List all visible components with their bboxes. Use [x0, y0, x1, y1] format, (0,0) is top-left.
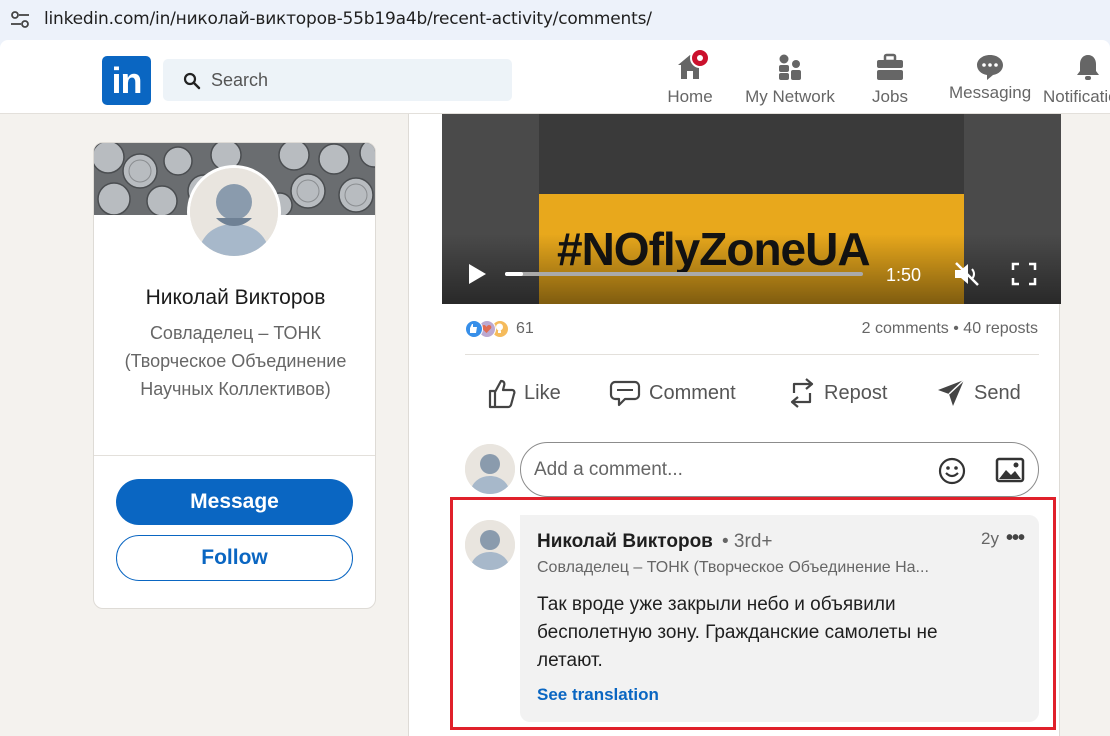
comment-icon [609, 380, 641, 407]
play-icon[interactable] [466, 263, 488, 285]
fullscreen-icon[interactable] [1011, 262, 1037, 286]
comment-label: Comment [649, 381, 736, 404]
nav-jobs[interactable]: Jobs [872, 52, 908, 112]
nav-home[interactable]: Home [666, 48, 714, 112]
video-progress-fill [505, 272, 523, 276]
follow-button[interactable]: Follow [116, 535, 353, 581]
send-label: Send [974, 381, 1021, 404]
linkedin-logo[interactable]: in [102, 56, 151, 105]
mute-icon[interactable] [953, 261, 981, 287]
like-label: Like [524, 381, 561, 404]
reactions-summary[interactable]: 61 [465, 319, 534, 339]
nav-messaging-label: Messaging [949, 83, 1032, 102]
nav-home-label: Home [667, 87, 713, 106]
video-progress-bar[interactable] [505, 272, 863, 276]
profile-avatar[interactable] [187, 165, 281, 259]
nav-notifications-label: Notifications [1043, 87, 1110, 106]
notification-badge [690, 48, 710, 68]
browser-content-edge [0, 40, 1110, 48]
home-icon [675, 48, 710, 82]
current-user-avatar[interactable] [465, 444, 515, 494]
profile-card: Николай Викторов Совладелец – ТОНК (Твор… [93, 142, 376, 609]
briefcase-icon [875, 52, 905, 82]
divider [94, 455, 375, 456]
repost-icon [790, 378, 814, 408]
nav-my-network[interactable]: My Network [744, 52, 836, 112]
bell-icon [1073, 52, 1103, 82]
people-icon [775, 52, 805, 82]
repost-button[interactable]: Repost [788, 376, 887, 410]
chat-icon [975, 52, 1005, 82]
nav-my-network-label: My Network [745, 87, 835, 106]
profile-headline: Совладелец – ТОНК (Творческое Объединени… [124, 323, 347, 399]
highlight-box [450, 497, 1056, 730]
emoji-icon[interactable] [937, 456, 967, 486]
divider [465, 354, 1039, 355]
search-bar[interactable]: Search [163, 59, 512, 101]
message-button[interactable]: Message [116, 479, 353, 525]
send-button[interactable]: Send [936, 376, 1021, 410]
nav-jobs-label: Jobs [872, 87, 908, 106]
post-stats[interactable]: 2 comments • 40 reposts [862, 320, 1038, 338]
image-icon[interactable] [995, 457, 1025, 483]
browser-address-bar[interactable]: linkedin.com/in/николай-викторов-55b19a4… [0, 0, 1110, 40]
comment-button[interactable]: Comment [609, 376, 736, 410]
comment-placeholder: Add a comment... [534, 459, 683, 480]
video-time: 1:50 [886, 265, 922, 285]
site-settings-icon[interactable] [10, 11, 30, 29]
url-text[interactable]: linkedin.com/in/николай-викторов-55b19a4… [44, 9, 652, 29]
search-icon [183, 72, 201, 90]
search-input[interactable]: Search [211, 70, 268, 91]
repost-label: Repost [824, 381, 888, 404]
nav-messaging[interactable]: Messaging [949, 52, 1031, 112]
linkedin-header: in Search Home My Network Jobs Messaging… [0, 48, 1110, 114]
nav-notifications[interactable]: Notifications [1043, 52, 1110, 112]
like-button[interactable]: Like [486, 376, 561, 410]
thumbs-up-icon [488, 379, 516, 409]
reaction-count: 61 [516, 320, 534, 337]
like-reaction-icon [465, 320, 483, 338]
profile-name[interactable]: Николай Викторов [94, 286, 375, 310]
add-comment-input[interactable]: Add a comment... [520, 442, 1039, 497]
send-icon [938, 379, 965, 406]
